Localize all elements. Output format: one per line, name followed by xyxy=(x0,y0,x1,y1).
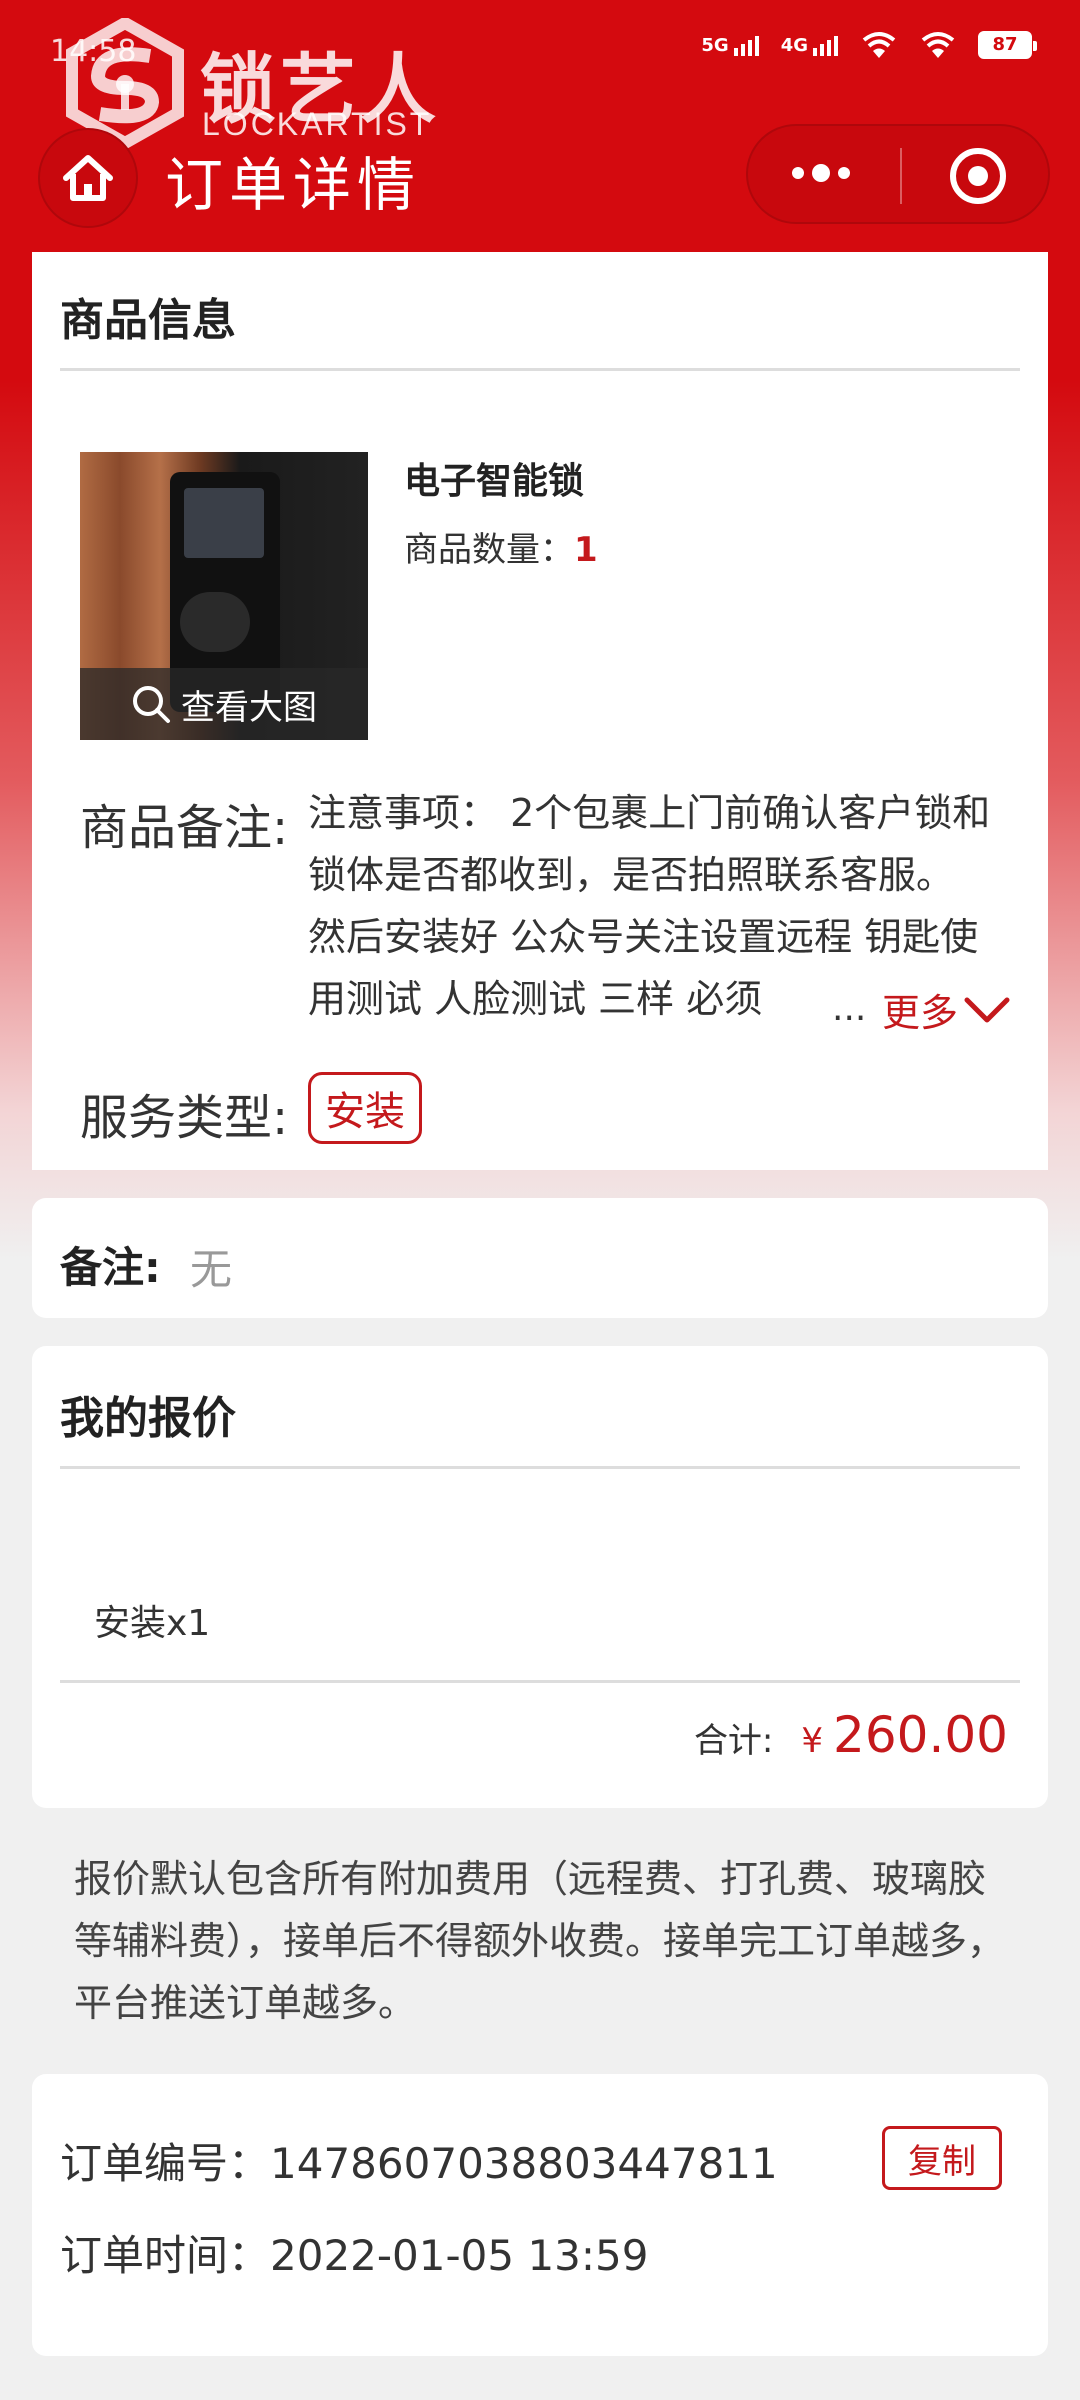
order-time-value: 2022-01-05 13:59 xyxy=(270,2231,649,2280)
order-time-label: 订单时间： xyxy=(60,2231,271,2280)
currency-symbol: ¥ xyxy=(801,1721,824,1761)
quantity-label: 商品数量： xyxy=(404,530,574,570)
divider xyxy=(60,368,1020,371)
order-number-value: 1478607038803447811 xyxy=(270,2139,778,2188)
more-label: 更多 xyxy=(882,991,959,1035)
more-dots-icon xyxy=(792,167,804,179)
product-info-card: 商品信息 查看大图 电子智能锁 商品数量：1 商品备注: 注意事项： 2个包裹上… xyxy=(32,252,1048,1170)
order-info-card: 订单编号：1478607038803447811 复制 订单时间：2022-01… xyxy=(32,2074,1048,2356)
chevron-down-icon xyxy=(964,997,1010,1022)
note-card: 备注: 无 xyxy=(32,1198,1048,1318)
product-remark-label: 商品备注: xyxy=(80,800,289,856)
capsule-divider xyxy=(900,148,902,204)
product-name: 电子智能锁 xyxy=(404,461,585,502)
more-button[interactable]: 更多 xyxy=(868,982,1011,1037)
order-number-row: 订单编号：1478607038803447811 xyxy=(60,2130,778,2191)
quote-total: 合计: ¥ 260.00 xyxy=(694,1706,1008,1764)
home-button[interactable] xyxy=(38,128,138,228)
order-number-label: 订单编号： xyxy=(60,2139,271,2188)
signal-5g-icon: 5G xyxy=(701,35,759,56)
battery-icon: 87 xyxy=(978,31,1037,59)
status-icons: 5G 4G 87 xyxy=(701,30,1037,60)
product-quantity: 商品数量：1 xyxy=(404,522,598,571)
more-menu-button[interactable] xyxy=(792,164,850,182)
page-title: 订单详情 xyxy=(165,151,422,219)
total-label: 合计: xyxy=(693,1721,774,1761)
quantity-value: 1 xyxy=(574,530,598,570)
navigation-bar: 订单详情 xyxy=(0,120,1080,230)
signal-4g-icon: 4G xyxy=(781,35,838,56)
service-type-label: 服务类型: xyxy=(80,1090,289,1146)
home-icon xyxy=(63,155,113,201)
view-large-image-label: 查看大图 xyxy=(181,687,317,728)
quote-card: 我的报价 安装x1 合计: ¥ 260.00 xyxy=(32,1346,1048,1808)
service-type-tag: 安装 xyxy=(308,1072,422,1144)
divider xyxy=(60,1466,1020,1469)
product-image[interactable]: 查看大图 xyxy=(80,452,368,740)
quote-title: 我的报价 xyxy=(60,1393,236,1444)
wifi-plus-icon xyxy=(862,32,896,58)
search-icon xyxy=(133,686,170,723)
pricing-notice: 报价默认包含所有附加费用（远程费、打孔费、玻璃胶等辅料费），接单后不得额外收费。… xyxy=(74,1857,1006,2025)
note-label: 备注: xyxy=(60,1243,161,1292)
divider xyxy=(60,1680,1020,1683)
wifi-icon xyxy=(921,32,955,58)
close-target-icon[interactable] xyxy=(950,148,1006,204)
order-time-row: 订单时间：2022-01-05 13:59 xyxy=(60,2222,649,2283)
view-large-image-button[interactable]: 查看大图 xyxy=(80,668,368,740)
remark-ellipsis: ... xyxy=(832,988,867,1029)
note-value: 无 xyxy=(190,1245,233,1294)
copy-button[interactable]: 复制 xyxy=(882,2126,1002,2190)
quote-item: 安装x1 xyxy=(94,1603,211,1644)
total-amount: 260.00 xyxy=(833,1706,1008,1764)
mini-program-capsule xyxy=(746,124,1050,224)
product-info-title: 商品信息 xyxy=(60,295,236,346)
